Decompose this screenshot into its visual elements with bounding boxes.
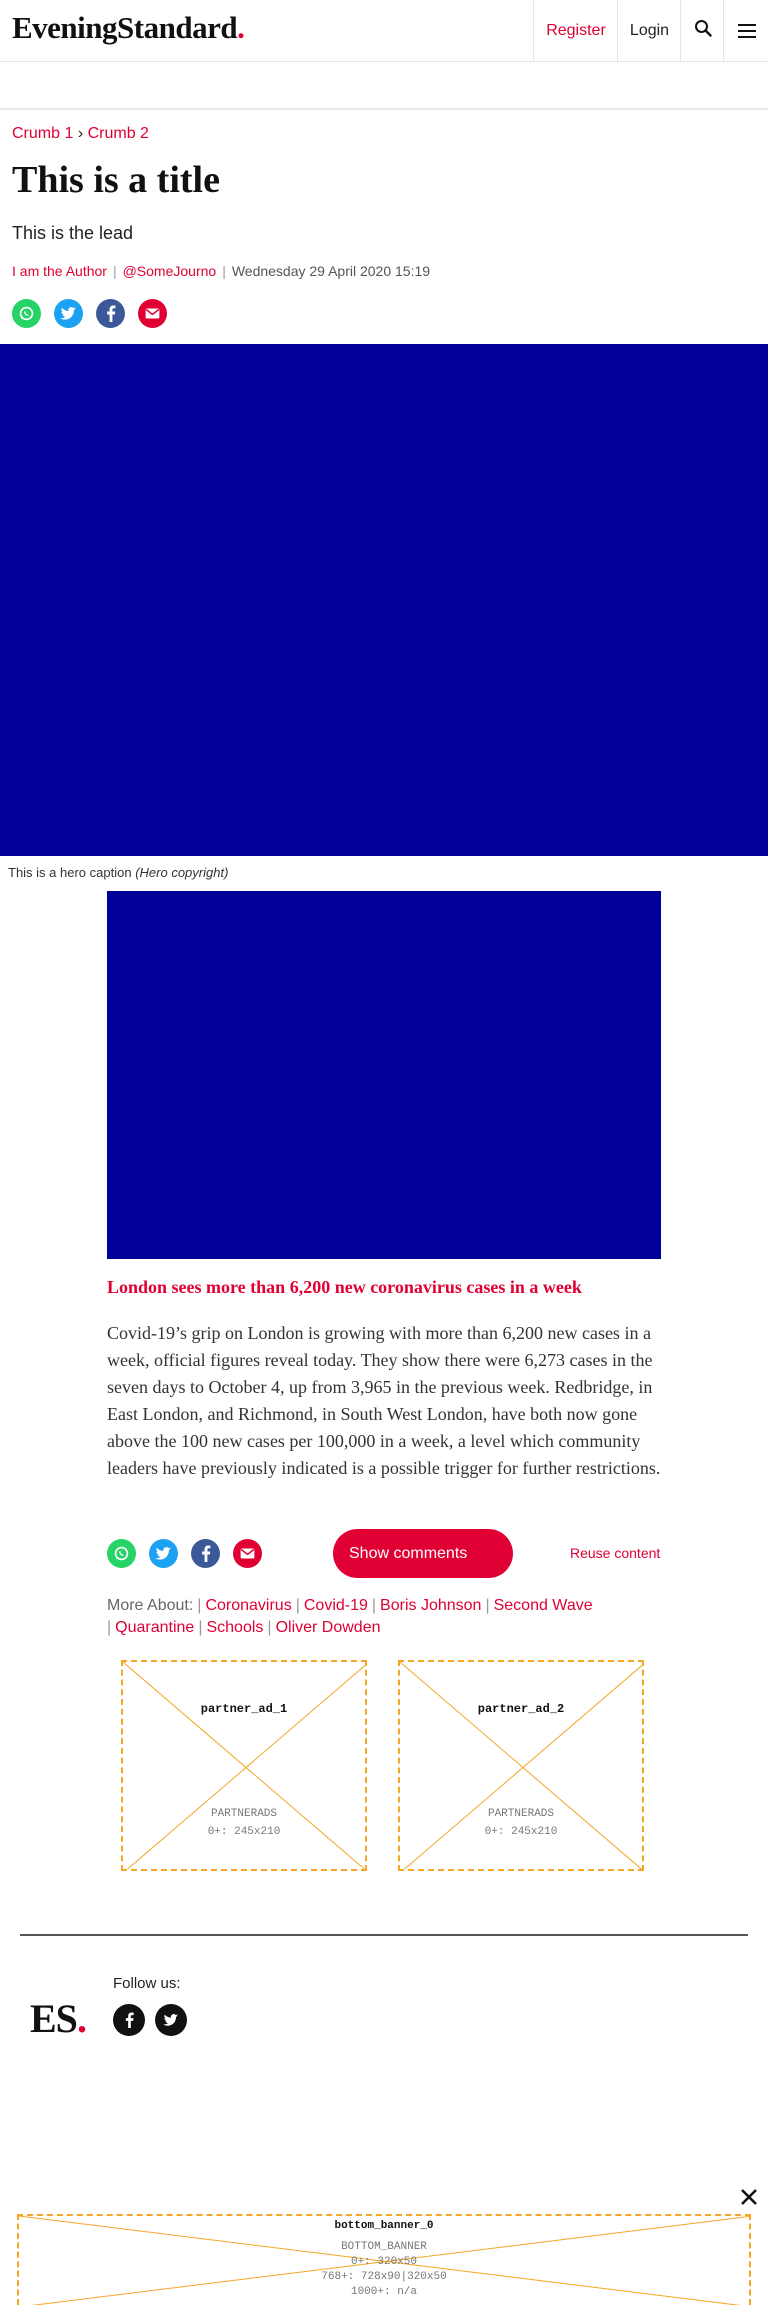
ad-provider: PARTNERADS	[210, 1808, 277, 1820]
author-twitter-link[interactable]: @SomeJourno	[123, 263, 217, 279]
tag-link[interactable]: Boris Johnson	[380, 1597, 481, 1614]
publish-date: Wednesday 29 April 2020 15:19	[231, 263, 431, 279]
breadcrumb-item-2[interactable]: Crumb 2	[88, 125, 149, 142]
hero-image	[0, 344, 768, 856]
ad-sizes: 0+: 245x210	[484, 1826, 558, 1838]
ad-sizes: 0+: 245x210	[207, 1826, 281, 1838]
tag-link[interactable]: Oliver Dowden	[276, 1619, 381, 1636]
header-divider	[0, 108, 768, 111]
twitter-icon[interactable]	[54, 299, 83, 328]
facebook-icon[interactable]	[113, 2004, 145, 2036]
more-about-label: More About:	[107, 1597, 194, 1614]
ad-slot-name: partner_ad_1	[200, 1702, 288, 1716]
facebook-icon[interactable]	[191, 1539, 220, 1568]
more-about-tags: More About: | Coronavirus | Covid-19 | Boris J…	[107, 1597, 593, 1636]
close-banner-button[interactable]	[733, 2183, 765, 2215]
login-link[interactable]: Login	[617, 0, 681, 61]
reuse-content-link[interactable]: Reuse content	[570, 1545, 660, 1561]
logo-dot: .	[237, 10, 245, 45]
author-link[interactable]: I am the Author	[12, 263, 107, 279]
top-navigation-bar: EveningStandard. Register Login	[0, 0, 768, 62]
banner-size-line: 0+: 320x50	[350, 2256, 417, 2268]
follow-us-label: Follow us:	[113, 1975, 181, 1992]
follow-icons	[113, 2004, 187, 2036]
logo-text: EveningStandard	[12, 10, 238, 45]
show-comments-button[interactable]: Show comments	[333, 1529, 513, 1578]
tag-link[interactable]: Schools	[206, 1619, 263, 1636]
tag-link[interactable]: Covid-19	[304, 1597, 368, 1614]
breadcrumb-separator: ›	[77, 125, 84, 142]
partner-ad-slot-2[interactable]: partner_ad_2 PARTNERADS 0+: 245x210	[398, 1660, 644, 1871]
share-bar-top	[12, 299, 167, 328]
ad-slot-name: partner_ad_2	[477, 1702, 565, 1716]
whatsapp-icon[interactable]	[12, 299, 41, 328]
partner-ad-slot-1[interactable]: partner_ad_1 PARTNERADS 0+: 245x210	[121, 1660, 367, 1871]
tag-link[interactable]: Second Wave	[494, 1597, 593, 1614]
footer-logo[interactable]: ES.	[30, 1995, 87, 2042]
hamburger-menu-icon	[737, 20, 756, 42]
banner-size-line: 1000+: n/a	[350, 2286, 417, 2298]
close-icon	[739, 2187, 759, 2212]
banner-slot-name: bottom_banner_0	[334, 2220, 434, 2232]
hero-copyright: (Hero copyright)	[135, 865, 229, 880]
email-icon[interactable]	[138, 299, 167, 328]
byline: I am the Author | @SomeJourno | Wednesday 29…	[12, 263, 431, 279]
banner-provider: BOTTOM_BANNER	[341, 2241, 427, 2253]
article-title: This is a title	[12, 159, 220, 201]
hero-caption-text: This is a hero caption	[8, 865, 132, 880]
register-link[interactable]: Register	[533, 0, 618, 61]
search-icon	[694, 19, 712, 42]
share-bar-bottom	[107, 1539, 262, 1568]
breadcrumb: Crumb 1 › Crumb 2	[12, 125, 149, 143]
site-logo[interactable]: EveningStandard.	[12, 10, 245, 46]
banner-size-line: 768+: 728x90|320x50	[321, 2271, 447, 2283]
ad-provider: PARTNERADS	[487, 1808, 554, 1820]
email-icon[interactable]	[233, 1539, 262, 1568]
inline-article-image	[107, 891, 661, 1259]
hero-caption: This is a hero caption (Hero copyright)	[8, 865, 228, 880]
search-button[interactable]	[680, 0, 724, 61]
bottom-banner-ad[interactable]: bottom_banner_0 BOTTOM_BANNER 0+: 320x50…	[17, 2214, 751, 2305]
twitter-icon[interactable]	[149, 1539, 178, 1568]
footer-divider	[20, 1934, 748, 1936]
article-body: Covid-19’s grip on London is growing wit…	[107, 1323, 661, 1478]
article-subheading: London sees more than 6,200 new coronavi…	[107, 1277, 582, 1297]
tag-link[interactable]: Quarantine	[115, 1619, 194, 1636]
article-lead: This is the lead	[12, 223, 134, 243]
menu-button[interactable]	[723, 0, 768, 61]
twitter-icon[interactable]	[155, 2004, 187, 2036]
whatsapp-icon[interactable]	[107, 1539, 136, 1568]
breadcrumb-item-1[interactable]: Crumb 1	[12, 125, 73, 142]
tag-link[interactable]: Coronavirus	[205, 1597, 291, 1614]
facebook-icon[interactable]	[96, 299, 125, 328]
